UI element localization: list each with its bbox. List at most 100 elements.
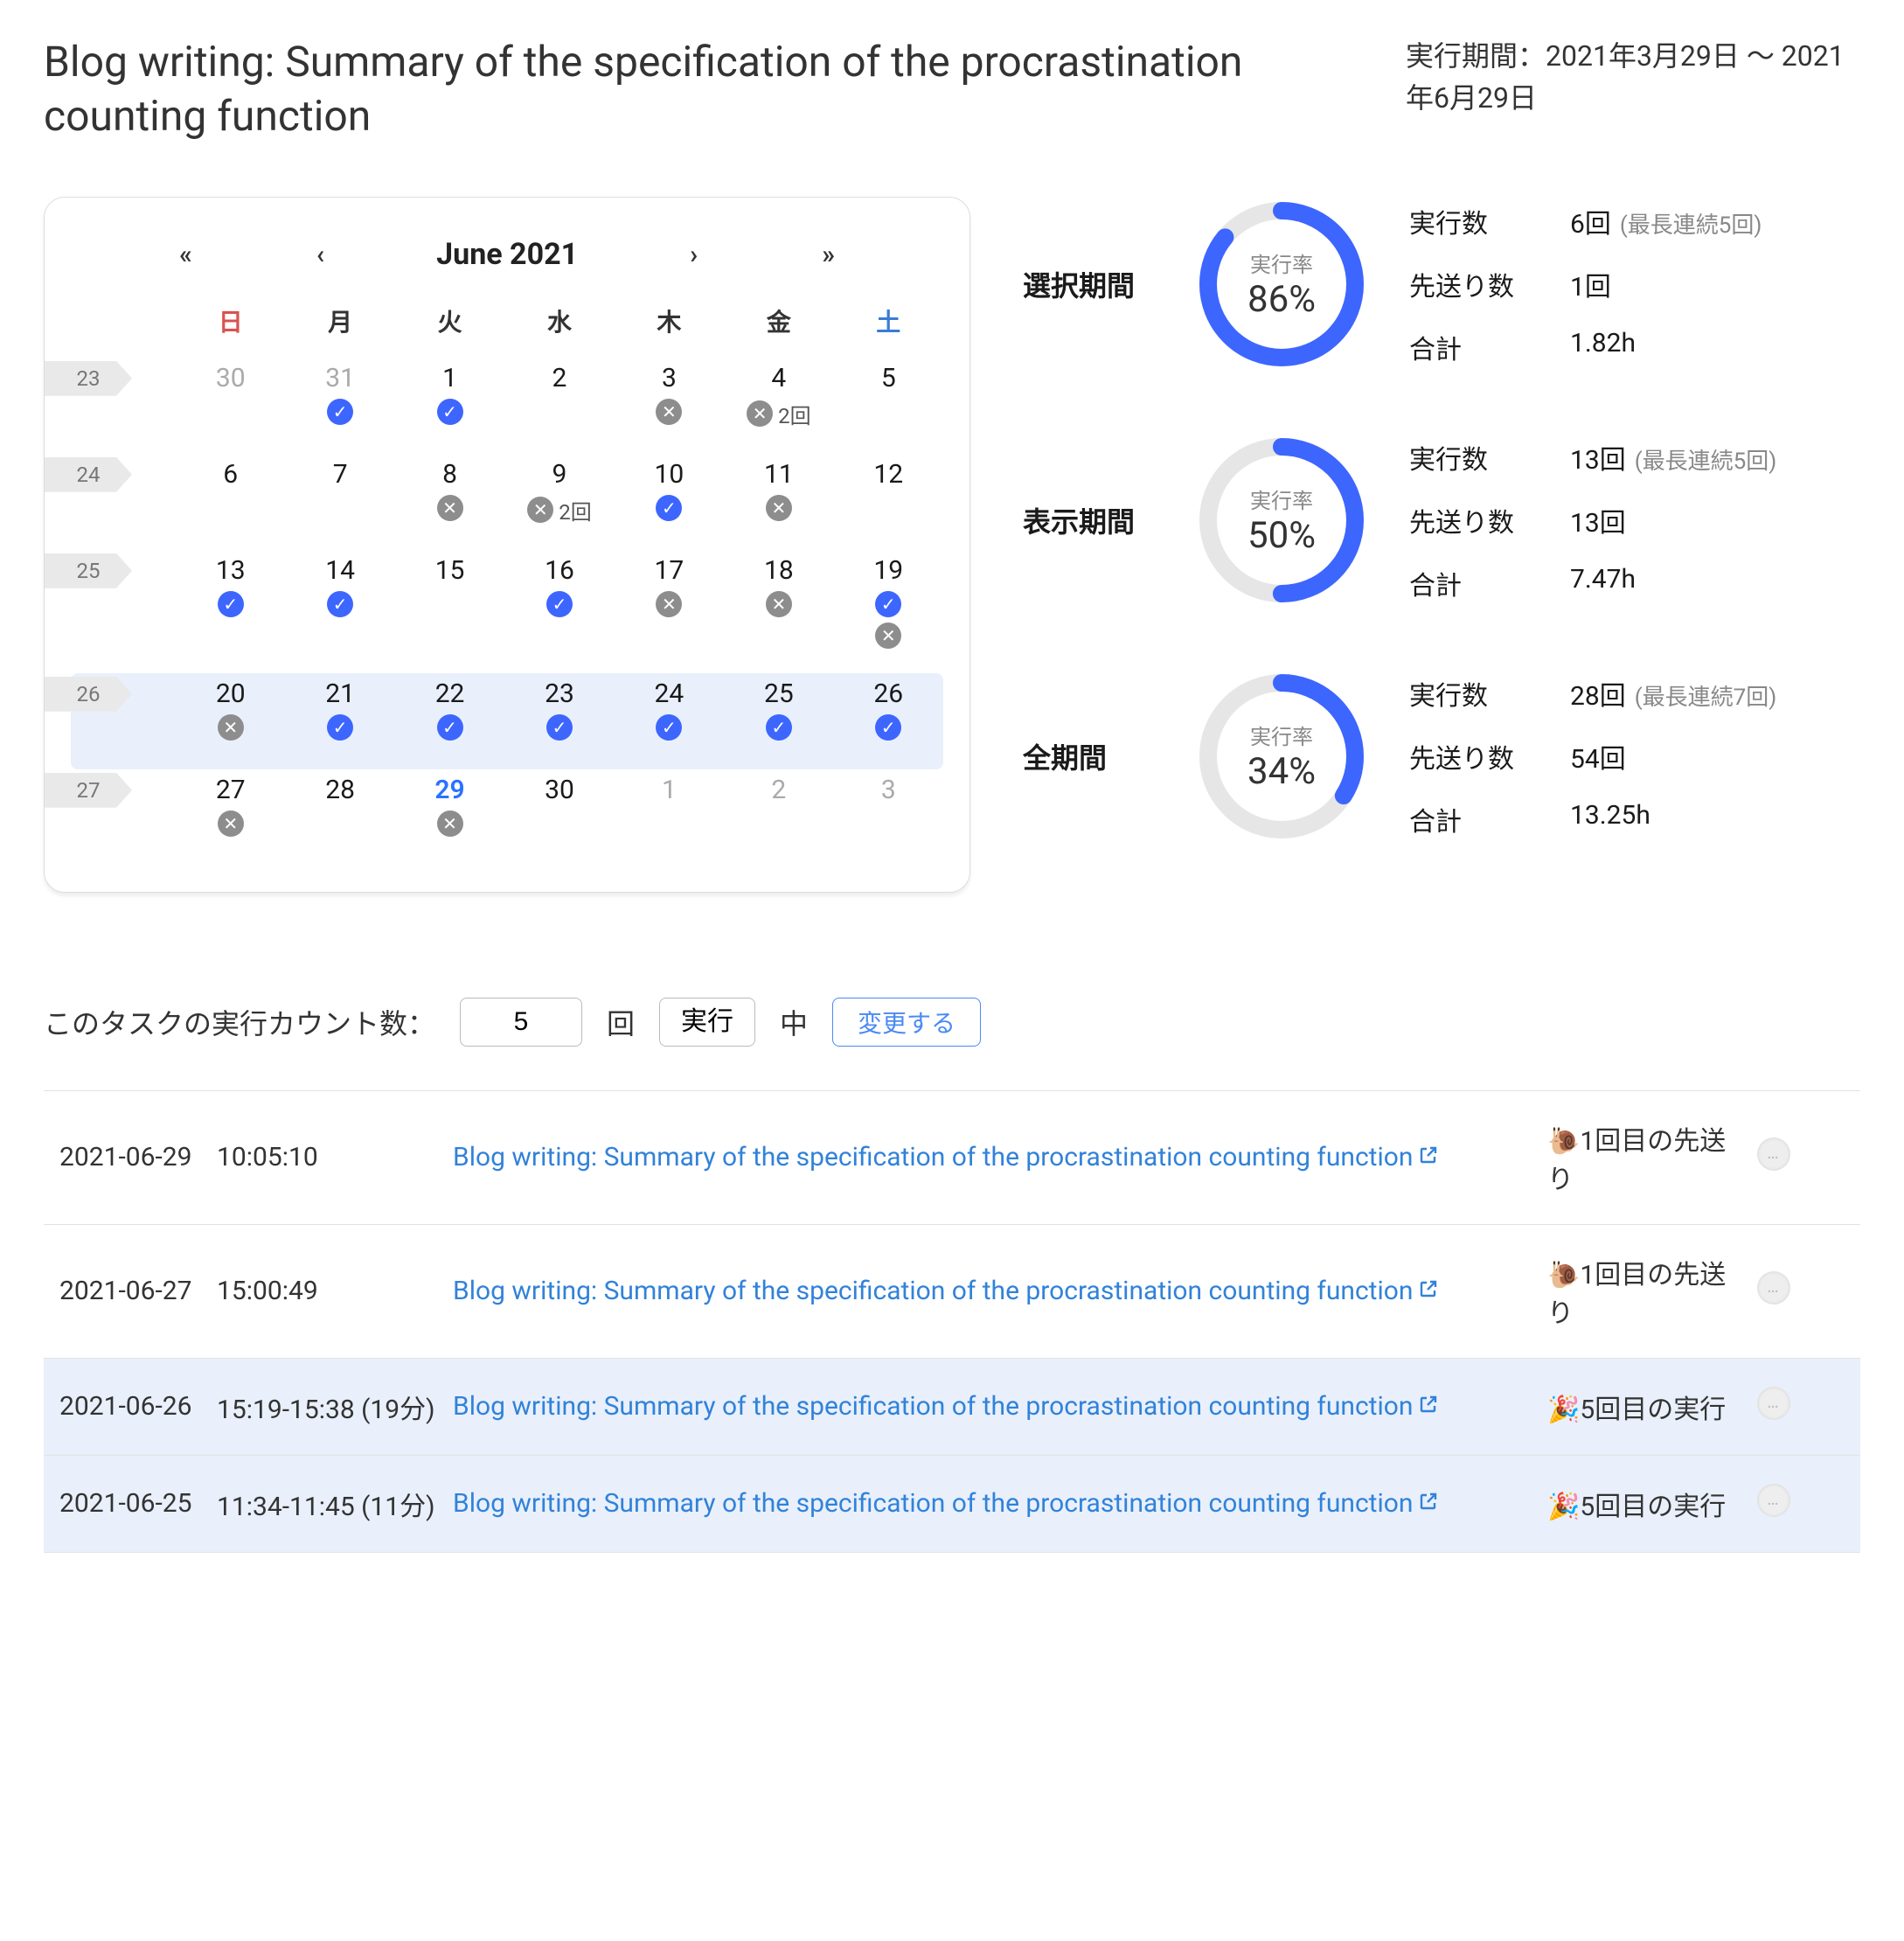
stat-value: 13回: [1570, 501, 1776, 539]
stat-key: 先送り数: [1409, 501, 1540, 539]
count-unit: 回: [607, 1002, 635, 1042]
check-icon: ✓: [875, 714, 901, 741]
log-time: 15:19-15:38 (19分): [217, 1388, 444, 1426]
calendar-week: 24678✕9✕2回10✓11✕12: [71, 454, 943, 550]
calendar-day[interactable]: 7: [285, 454, 394, 550]
calendar-day[interactable]: 22✓: [395, 673, 504, 769]
calendar-day[interactable]: 26✓: [834, 673, 943, 769]
calendar-day[interactable]: 27✕: [176, 769, 285, 866]
log-row: 2021-06-2511:34-11:45 (11分)Blog writing:…: [44, 1455, 1860, 1553]
calendar-day[interactable]: 30: [504, 769, 614, 866]
check-icon: ✓: [546, 714, 573, 741]
log-title-link[interactable]: Blog writing: Summary of the specificati…: [453, 1276, 1439, 1306]
calendar-day[interactable]: 24✓: [615, 673, 724, 769]
day-number: 1: [395, 363, 504, 393]
calendar-day[interactable]: 20✕: [176, 673, 285, 769]
day-number: 22: [395, 678, 504, 709]
stat-key: 合計: [1409, 564, 1540, 602]
calendar-day[interactable]: 11✕: [724, 454, 833, 550]
comment-icon[interactable]: [1757, 1271, 1790, 1304]
comment-icon[interactable]: [1757, 1137, 1790, 1171]
day-number: 2: [504, 363, 614, 393]
check-icon: ✓: [327, 714, 353, 741]
log-title: Blog writing: Summary of the specificati…: [453, 1488, 1539, 1519]
day-number: 19: [834, 555, 943, 586]
calendar-day[interactable]: 2: [724, 769, 833, 866]
day-number: 29: [395, 775, 504, 805]
calendar-day[interactable]: 14✓: [285, 550, 394, 646]
prev-year-button[interactable]: «: [167, 233, 205, 277]
day-number: 2: [724, 775, 833, 805]
calendar-day[interactable]: 23✓: [504, 673, 614, 769]
day-number: 4: [724, 363, 833, 393]
week-label: 23: [45, 361, 132, 396]
calendar-day[interactable]: 6: [176, 454, 285, 550]
x-icon: ✕: [218, 714, 244, 741]
calendar-day[interactable]: 5: [834, 358, 943, 454]
stat-key: 実行数: [1409, 202, 1540, 240]
count-controls: このタスクの実行カウント数： 回 実行 中 変更する: [44, 998, 1860, 1047]
comment-icon[interactable]: [1757, 1484, 1790, 1517]
x-icon: ✕: [875, 623, 901, 649]
prev-month-button[interactable]: ‹: [304, 233, 337, 277]
calendar-day[interactable]: 17✕: [615, 550, 724, 646]
stat-key: 実行数: [1409, 438, 1540, 477]
calendar-day[interactable]: 10✓: [615, 454, 724, 550]
calendar-day[interactable]: 9✕2回: [504, 454, 614, 550]
stat-rate-value: 86%: [1247, 278, 1316, 321]
count-input[interactable]: [460, 998, 582, 1047]
calendar-day[interactable]: 1✓: [395, 358, 504, 454]
next-month-button[interactable]: ›: [678, 233, 710, 277]
calendar-day[interactable]: 1: [615, 769, 724, 866]
log-row: 2021-06-2615:19-15:38 (19分)Blog writing:…: [44, 1358, 1860, 1455]
calendar-day[interactable]: 3✕: [615, 358, 724, 454]
calendar-day[interactable]: 2: [504, 358, 614, 454]
day-number: 14: [285, 555, 394, 586]
week-label: 26: [45, 677, 132, 712]
log-title: Blog writing: Summary of the specificati…: [453, 1391, 1539, 1422]
x-icon: ✕: [656, 591, 682, 617]
stat-rate-label: 実行率: [1250, 247, 1313, 278]
stat-block: 選択期間 実行率 86% 実行数6回(最長連続5回)先送り数1回合計1.82h: [1023, 197, 1860, 372]
check-icon: ✓: [437, 399, 463, 425]
log-date: 2021-06-27: [59, 1276, 208, 1306]
stat-rate-label: 実行率: [1250, 484, 1313, 514]
x-icon: ✕: [437, 495, 463, 521]
log-title-link[interactable]: Blog writing: Summary of the specificati…: [453, 1142, 1439, 1172]
log-title-link[interactable]: Blog writing: Summary of the specificati…: [453, 1488, 1439, 1519]
stat-period-label: 全期間: [1023, 736, 1154, 776]
stat-table: 実行数28回(最長連続7回)先送り数54回合計13.25h: [1409, 674, 1776, 838]
calendar-day[interactable]: 21✓: [285, 673, 394, 769]
stat-period-label: 選択期間: [1023, 264, 1154, 304]
check-icon: ✓: [656, 495, 682, 521]
calendar-day[interactable]: 12: [834, 454, 943, 550]
stat-value: 28回(最長連続7回): [1570, 674, 1776, 713]
change-button[interactable]: 変更する: [832, 998, 981, 1047]
log-title-link[interactable]: Blog writing: Summary of the specificati…: [453, 1391, 1439, 1422]
calendar-day[interactable]: 3: [834, 769, 943, 866]
next-year-button[interactable]: »: [810, 233, 847, 277]
log-status: 🐌1回目の先送り: [1547, 1253, 1748, 1330]
calendar-day[interactable]: 18✕: [724, 550, 833, 646]
dow-mon: 月: [285, 295, 394, 347]
count-select[interactable]: 実行: [659, 998, 755, 1047]
calendar-day[interactable]: 29✕: [395, 769, 504, 866]
calendar-day[interactable]: 15: [395, 550, 504, 646]
comment-icon[interactable]: [1757, 1387, 1790, 1420]
stat-rate-value: 50%: [1247, 514, 1316, 557]
stat-value: 13.25h: [1570, 800, 1776, 838]
calendar-day[interactable]: 4✕2回: [724, 358, 833, 454]
day-number: 15: [395, 555, 504, 586]
calendar-day[interactable]: 31✓: [285, 358, 394, 454]
calendar-day[interactable]: 19✓✕: [834, 550, 943, 673]
calendar-card: « ‹ June 2021 › » 日 月 火 水 木 金 土 233031✓1…: [44, 197, 970, 893]
calendar-day[interactable]: 13✓: [176, 550, 285, 646]
stat-block: 全期間 実行率 34% 実行数28回(最長連続7回)先送り数54回合計13.25…: [1023, 669, 1860, 844]
calendar-day[interactable]: 16✓: [504, 550, 614, 646]
calendar-day[interactable]: 8✕: [395, 454, 504, 550]
day-number: 6: [176, 459, 285, 490]
dow-thu: 木: [615, 295, 724, 347]
calendar-day[interactable]: 28: [285, 769, 394, 866]
calendar-day[interactable]: 30: [176, 358, 285, 454]
calendar-day[interactable]: 25✓: [724, 673, 833, 769]
